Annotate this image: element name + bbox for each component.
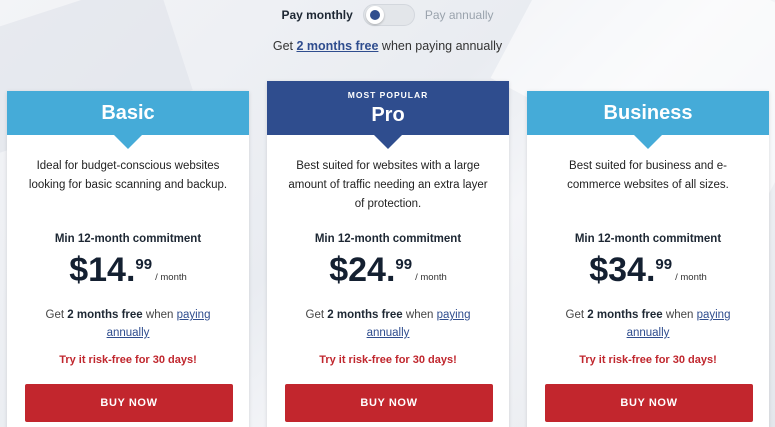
buy-now-button-business[interactable]: BUY NOW <box>545 384 753 422</box>
most-popular-badge: MOST POPULAR <box>347 89 429 100</box>
plan-annual-savings: Get 2 months free when paying annually <box>565 309 731 339</box>
price-period: / month <box>415 272 447 283</box>
buy-now-button-pro[interactable]: BUY NOW <box>285 384 493 422</box>
price-cents: 99 <box>395 256 413 273</box>
pay-annually-label[interactable]: Pay annually <box>425 8 494 22</box>
risk-free-note: Try it risk-free for 30 days! <box>579 354 717 366</box>
plan-price: $14. 99 / month <box>7 251 249 289</box>
plan-description: Best suited for business and e-commerce … <box>567 160 729 191</box>
plan-annual-savings: Get 2 months free when paying annually <box>45 309 211 339</box>
plan-description: Ideal for budget-conscious websites look… <box>28 160 228 191</box>
price-whole: $14. <box>69 251 136 289</box>
plan-header: MOST POPULAR Pro <box>267 81 509 149</box>
switch-knob[interactable] <box>365 6 384 24</box>
plan-header: Business <box>527 91 769 149</box>
risk-free-note: Try it risk-free for 30 days! <box>59 354 197 366</box>
plan-name: Business <box>603 101 693 124</box>
plan-name: Pro <box>371 103 405 126</box>
buy-now-button-basic[interactable]: BUY NOW <box>25 384 233 422</box>
plan-commitment: Min 12-month commitment <box>54 233 202 245</box>
price-cents: 99 <box>135 256 153 273</box>
price-whole: $34. <box>589 251 656 289</box>
billing-period-switch[interactable] <box>362 4 415 26</box>
plan-commitment: Min 12-month commitment <box>574 233 722 245</box>
plan-price: $34. 99 / month <box>527 251 769 289</box>
price-cents: 99 <box>655 256 673 273</box>
plan-description: Best suited for websites with a large am… <box>288 160 488 210</box>
price-period: / month <box>155 272 187 283</box>
plan-card-basic: Basic Ideal for budget-conscious website… <box>7 91 249 427</box>
plan-annual-savings: Get 2 months free when paying annually <box>305 309 471 339</box>
plan-commitment: Min 12-month commitment <box>314 233 462 245</box>
price-period: / month <box>675 272 707 283</box>
plan-header: Basic <box>7 91 249 149</box>
billing-toggle-row: Pay monthly Pay annually <box>0 4 775 26</box>
promo-highlight-link[interactable]: 2 months free <box>296 39 378 53</box>
pay-monthly-label[interactable]: Pay monthly <box>281 8 352 22</box>
plan-name: Basic <box>101 101 155 124</box>
risk-free-note: Try it risk-free for 30 days! <box>319 354 457 366</box>
annual-promo-text: Get 2 months free when paying annually <box>272 39 503 53</box>
plan-price: $24. 99 / month <box>267 251 509 289</box>
plan-card-pro: MOST POPULAR Pro Best suited for website… <box>267 81 509 427</box>
price-whole: $24. <box>329 251 396 289</box>
plan-card-business: Business Best suited for business and e-… <box>527 91 769 427</box>
